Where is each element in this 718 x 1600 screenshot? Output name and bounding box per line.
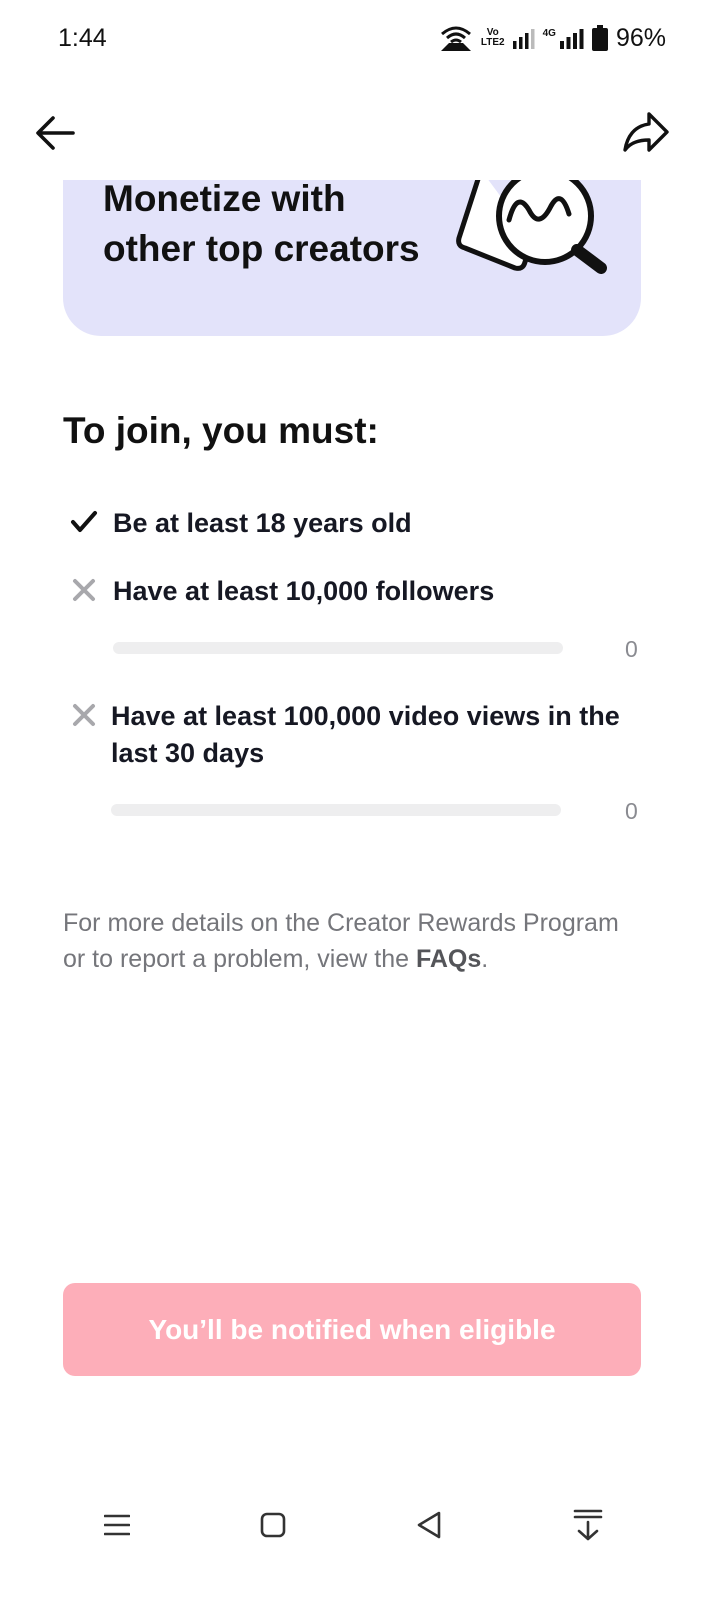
volte-badge: Vo LTE2 xyxy=(481,28,505,48)
back-button[interactable] xyxy=(30,108,80,158)
network-type: 4G xyxy=(542,27,556,39)
top-navigation xyxy=(0,100,718,164)
banner-title: Monetize with other top creators xyxy=(103,180,420,269)
notify-eligible-button[interactable]: You’ll be notified when eligible xyxy=(63,1283,641,1376)
home-button[interactable] xyxy=(248,1500,298,1550)
followers-progress-value: 0 xyxy=(625,636,638,662)
cross-icon xyxy=(67,698,101,732)
promo-banner: Monetize with other top creators xyxy=(63,180,641,336)
requirement-text: Be at least 18 years old xyxy=(113,508,412,538)
magnifier-chart-icon xyxy=(453,180,613,280)
details-body: For more details on the Creator Rewards … xyxy=(63,909,619,973)
signal-icon xyxy=(559,27,584,49)
menu-icon xyxy=(104,1514,130,1536)
volte-line2: LTE2 xyxy=(480,37,505,48)
system-back-button[interactable] xyxy=(404,1500,454,1550)
menu-button[interactable] xyxy=(92,1500,142,1550)
requirement-text: Have at least 100,000 video views in the… xyxy=(111,701,620,768)
battery-percent: 96% xyxy=(615,23,666,52)
details-text: For more details on the Creator Rewards … xyxy=(63,905,623,977)
status-time: 1:44 xyxy=(58,24,107,52)
share-arrow-icon xyxy=(623,112,669,152)
signal-icon xyxy=(512,27,535,49)
notification-pull-button[interactable] xyxy=(563,1500,613,1550)
requirement-item: Have at least 10,000 followers xyxy=(63,573,643,613)
faqs-link[interactable]: FAQs xyxy=(416,945,481,973)
status-icons: Vo LTE2 4G 96% xyxy=(439,22,666,54)
requirement-item: Have at least 100,000 video views in the… xyxy=(63,698,643,778)
requirements-heading: To join, you must: xyxy=(63,410,379,451)
requirement-text: Have at least 10,000 followers xyxy=(113,576,495,606)
system-navigation-bar xyxy=(0,1480,718,1570)
battery-icon xyxy=(591,25,608,51)
views-progress-value: 0 xyxy=(625,798,638,824)
share-button[interactable] xyxy=(618,104,674,160)
back-triangle-icon xyxy=(417,1511,441,1539)
wifi-hotspot-icon xyxy=(439,24,473,52)
arrow-left-icon xyxy=(36,116,75,150)
cross-icon xyxy=(67,573,101,607)
status-bar: 1:44 Vo LTE2 4G 96% xyxy=(0,0,718,80)
views-progress-bar xyxy=(111,804,561,816)
notification-pull-icon xyxy=(573,1509,603,1541)
requirement-item: Be at least 18 years old xyxy=(63,505,643,545)
check-icon xyxy=(67,505,101,539)
home-square-icon xyxy=(260,1512,286,1538)
followers-progress-bar xyxy=(113,642,563,654)
details-period: . xyxy=(481,945,489,973)
